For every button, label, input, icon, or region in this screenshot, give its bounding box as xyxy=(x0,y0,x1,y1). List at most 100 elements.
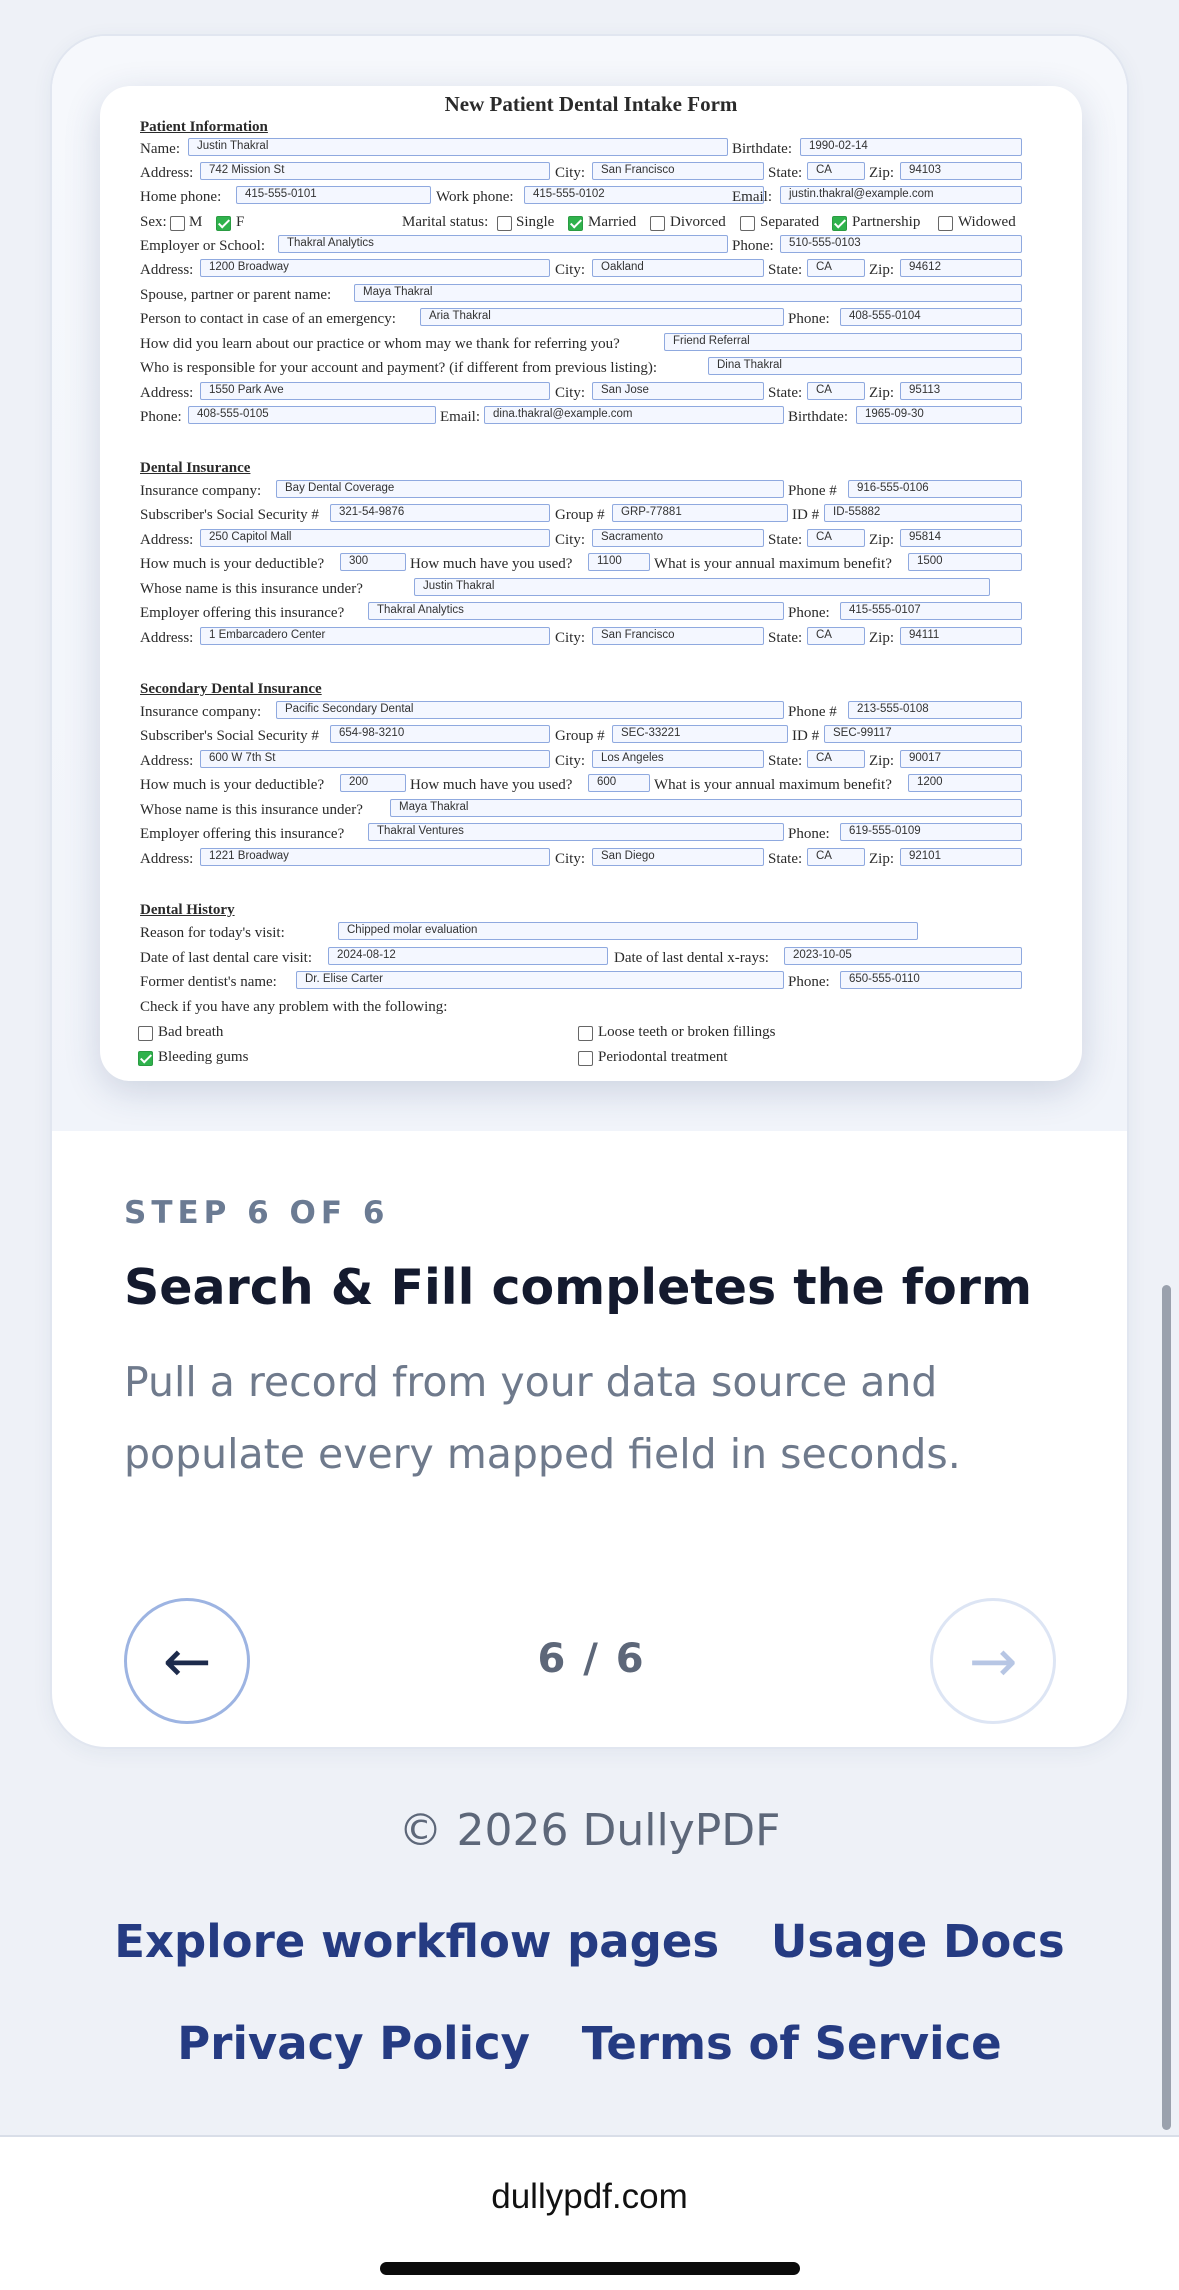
field-ins-address[interactable]: 250 Capitol Mall xyxy=(200,529,550,547)
label-separated: Separated xyxy=(760,214,820,230)
field-emergency-phone[interactable]: 408-555-0104 xyxy=(840,308,1022,326)
step-body: STEP 6 OF 6 Search & Fill completes the … xyxy=(52,1131,1127,1747)
checkbox-sex-f[interactable] xyxy=(216,216,231,231)
checkbox-separated[interactable] xyxy=(740,216,755,231)
field-ins-used[interactable]: 1100 xyxy=(588,553,650,571)
checkbox-partnership[interactable] xyxy=(832,216,847,231)
field-ins-employer[interactable]: Thakral Analytics xyxy=(368,602,784,620)
field-ins-company[interactable]: Bay Dental Coverage xyxy=(276,480,784,498)
field-employer-address[interactable]: 1200 Broadway xyxy=(200,259,550,277)
field-last-care[interactable]: 2024-08-12 xyxy=(328,947,608,965)
checkbox-single[interactable] xyxy=(497,216,512,231)
field-sec-state[interactable]: CA xyxy=(807,750,865,768)
browser-address-bar[interactable]: dullypdf.com xyxy=(0,2135,1179,2290)
checkbox-bad-breath[interactable] xyxy=(138,1026,153,1041)
field-ins-group[interactable]: GRP-77881 xyxy=(612,504,788,522)
field-sec-address[interactable]: 600 W 7th St xyxy=(200,750,550,768)
field-sec-emp-address[interactable]: 1221 Broadway xyxy=(200,848,550,866)
field-sec-emp-zip[interactable]: 92101 xyxy=(900,848,1022,866)
field-resp-city[interactable]: San Jose xyxy=(592,382,764,400)
footer-link-explore-workflow-pages[interactable]: Explore workflow pages xyxy=(114,1915,719,1968)
field-ins-deductible[interactable]: 300 xyxy=(340,553,406,571)
browser-url[interactable]: dullypdf.com xyxy=(0,2177,1179,2217)
field-former-dentist[interactable]: Dr. Elise Carter xyxy=(296,971,784,989)
field-email[interactable]: justin.thakral@example.com xyxy=(780,186,1022,204)
field-ins-phone[interactable]: 916-555-0106 xyxy=(848,480,1022,498)
field-sec-id[interactable]: SEC-99117 xyxy=(824,725,1022,743)
field-referral[interactable]: Friend Referral xyxy=(664,333,1022,351)
next-step-button[interactable]: → xyxy=(930,1598,1056,1724)
field-name[interactable]: Justin Thakral xyxy=(188,138,728,156)
field-ins-zip[interactable]: 95814 xyxy=(900,529,1022,547)
checkbox-widowed[interactable] xyxy=(938,216,953,231)
field-employer[interactable]: Thakral Analytics xyxy=(278,235,728,253)
checkbox-divorced[interactable] xyxy=(650,216,665,231)
checkbox-loose-teeth[interactable] xyxy=(578,1026,593,1041)
label-sec-employer: Employer offering this insurance? xyxy=(140,826,345,842)
field-sec-deductible[interactable]: 200 xyxy=(340,774,406,792)
field-ins-emp-zip[interactable]: 94111 xyxy=(900,627,1022,645)
label-ins-whose: Whose name is this insurance under? xyxy=(140,581,363,597)
label-state: State: xyxy=(768,165,803,181)
field-employer-city[interactable]: Oakland xyxy=(592,259,764,277)
field-reason[interactable]: Chipped molar evaluation xyxy=(338,922,918,940)
field-birthdate[interactable]: 1990-02-14 xyxy=(800,138,1022,156)
field-home-phone[interactable]: 415-555-0101 xyxy=(236,186,431,204)
field-employer-state[interactable]: CA xyxy=(807,259,865,277)
footer-link-privacy-policy[interactable]: Privacy Policy xyxy=(177,2017,530,2070)
label-ins-state: State: xyxy=(768,532,803,548)
label-ins-emp-zip: Zip: xyxy=(869,630,894,646)
field-sec-used[interactable]: 600 xyxy=(588,774,650,792)
field-sec-company[interactable]: Pacific Secondary Dental xyxy=(276,701,784,719)
field-address[interactable]: 742 Mission St xyxy=(200,162,550,180)
label-birthdate: Birthdate: xyxy=(732,141,792,157)
field-city[interactable]: San Francisco xyxy=(592,162,764,180)
field-emergency[interactable]: Aria Thakral xyxy=(420,308,784,326)
field-ins-emp-city[interactable]: San Francisco xyxy=(592,627,764,645)
field-ins-state[interactable]: CA xyxy=(807,529,865,547)
label-resp-email: Email: xyxy=(440,409,480,425)
field-sec-group[interactable]: SEC-33221 xyxy=(612,725,788,743)
field-sec-phone[interactable]: 213-555-0108 xyxy=(848,701,1022,719)
field-ins-max[interactable]: 1500 xyxy=(908,553,1022,571)
field-zip[interactable]: 94103 xyxy=(900,162,1022,180)
field-ins-whose[interactable]: Justin Thakral xyxy=(414,578,990,596)
checkbox-sex-m[interactable] xyxy=(170,216,185,231)
field-last-xray[interactable]: 2023-10-05 xyxy=(784,947,1022,965)
scrollbar[interactable] xyxy=(1162,1285,1171,2130)
field-spouse[interactable]: Maya Thakral xyxy=(354,284,1022,302)
field-resp-address[interactable]: 1550 Park Ave xyxy=(200,382,550,400)
checkbox-married[interactable] xyxy=(568,216,583,231)
field-employer-zip[interactable]: 94612 xyxy=(900,259,1022,277)
field-ins-id[interactable]: ID-55882 xyxy=(824,504,1022,522)
field-sec-ssn[interactable]: 654-98-3210 xyxy=(330,725,550,743)
home-indicator[interactable] xyxy=(380,2262,800,2275)
field-sec-whose[interactable]: Maya Thakral xyxy=(390,799,1022,817)
field-ins-emp-state[interactable]: CA xyxy=(807,627,865,645)
field-ins-ssn[interactable]: 321-54-9876 xyxy=(330,504,550,522)
field-ins-emp-phone[interactable]: 415-555-0107 xyxy=(840,602,1022,620)
field-ins-city[interactable]: Sacramento xyxy=(592,529,764,547)
field-employer-phone[interactable]: 510-555-0103 xyxy=(780,235,1022,253)
field-resp-email[interactable]: dina.thakral@example.com xyxy=(484,406,784,424)
field-state[interactable]: CA xyxy=(807,162,865,180)
field-resp-birthdate[interactable]: 1965-09-30 xyxy=(856,406,1022,424)
field-work-phone[interactable]: 415-555-0102 xyxy=(524,186,764,204)
field-resp-state[interactable]: CA xyxy=(807,382,865,400)
footer-link-terms-of-service[interactable]: Terms of Service xyxy=(582,2017,1002,2070)
field-resp-zip[interactable]: 95113 xyxy=(900,382,1022,400)
field-sec-max[interactable]: 1200 xyxy=(908,774,1022,792)
field-sec-zip[interactable]: 90017 xyxy=(900,750,1022,768)
checkbox-bleeding-gums[interactable] xyxy=(138,1051,153,1066)
field-ins-emp-address[interactable]: 1 Embarcadero Center xyxy=(200,627,550,645)
field-sec-emp-phone[interactable]: 619-555-0109 xyxy=(840,823,1022,841)
field-dentist-phone[interactable]: 650-555-0110 xyxy=(840,971,1022,989)
footer-link-usage-docs[interactable]: Usage Docs xyxy=(771,1915,1065,1968)
field-resp-phone[interactable]: 408-555-0105 xyxy=(188,406,436,424)
field-sec-emp-state[interactable]: CA xyxy=(807,848,865,866)
checkbox-periodontal[interactable] xyxy=(578,1051,593,1066)
field-sec-city[interactable]: Los Angeles xyxy=(592,750,764,768)
field-sec-employer[interactable]: Thakral Ventures xyxy=(368,823,784,841)
field-sec-emp-city[interactable]: San Diego xyxy=(592,848,764,866)
field-responsible[interactable]: Dina Thakral xyxy=(708,357,1022,375)
